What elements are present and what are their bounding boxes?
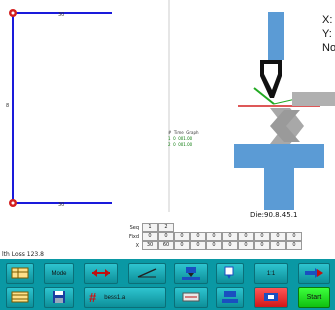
upper-beam <box>268 12 284 60</box>
x-cell[interactable]: 0 <box>174 241 190 250</box>
fixed-cell[interactable]: 0 <box>222 232 238 241</box>
fixed-cell[interactable]: 0 <box>270 232 286 241</box>
die-label: Die:90.8.45.1 <box>250 211 298 219</box>
hash-icon: # <box>89 290 97 305</box>
tool-view-panel: X: Y: No Die:90.8.45.1 <box>170 0 335 222</box>
bend-sequence-grid: Seq 1 2 Fixd 0 0 0 0 0 0 0 0 0 0 X 30 60… <box>112 223 302 250</box>
scale-button[interactable]: 1:1 <box>254 263 288 284</box>
sort-button[interactable] <box>128 263 166 284</box>
machine-button[interactable] <box>216 287 244 308</box>
lower-table <box>234 144 324 168</box>
list-view-button[interactable] <box>6 287 34 308</box>
seq-row: Seq 1 2 <box>112 223 302 232</box>
x-row: X 30 60 0 0 0 0 0 0 0 0 <box>112 241 302 250</box>
x-cell[interactable]: 0 <box>222 241 238 250</box>
seq-cell[interactable]: 1 <box>142 223 158 232</box>
fixed-cell[interactable]: 0 <box>142 232 158 241</box>
save-button[interactable] <box>44 287 74 308</box>
fixed-row: Fixd 0 0 0 0 0 0 0 0 0 0 <box>112 232 302 241</box>
seq-label: Seq <box>129 224 139 231</box>
table-icon <box>11 267 29 281</box>
top-dimension-label: 30 <box>58 12 65 18</box>
fixed-cell[interactable]: 0 <box>206 232 222 241</box>
part-list-button[interactable] <box>6 263 34 284</box>
fixed-label: Fixd <box>128 233 139 240</box>
swap-button[interactable] <box>298 263 330 284</box>
scale-label: 1:1 <box>266 270 276 277</box>
lower-table-stem <box>264 168 294 210</box>
bottom-dimension-label: 30 <box>58 202 65 208</box>
grid-icon <box>11 291 29 305</box>
backgauge <box>292 92 335 106</box>
part-drawing <box>9 0 170 212</box>
calculator-icon <box>182 291 200 305</box>
mode-button[interactable]: Mode <box>44 263 74 284</box>
fixed-cell[interactable]: 0 <box>158 232 174 241</box>
x-coordinate: X: <box>322 14 333 26</box>
fixed-cell[interactable]: 0 <box>174 232 190 241</box>
part-drawing-panel[interactable]: 30 8 30 <box>0 0 170 212</box>
x-cell[interactable]: 0 <box>206 241 222 250</box>
floppy-icon <box>52 290 66 306</box>
length-loss-text: lth Loss 123.8 <box>2 251 44 258</box>
x-cell[interactable]: 0 <box>238 241 254 250</box>
x-cell[interactable]: 0 <box>190 241 206 250</box>
info-table-row: 2 0 001.00 <box>168 142 193 147</box>
stop-icon <box>262 291 280 305</box>
x-cell[interactable]: 60 <box>158 241 174 250</box>
calculate-button[interactable] <box>174 287 208 308</box>
program-name-field[interactable]: # bess1.a <box>84 287 166 308</box>
fixed-cell[interactable]: 0 <box>286 232 302 241</box>
x-cell[interactable]: 0 <box>270 241 286 250</box>
bend-type-button[interactable] <box>84 263 118 284</box>
program-name: bess1.a <box>104 294 126 301</box>
bottom-toolbar: Mode 1:1 # bess1.a Start <box>0 259 335 310</box>
x-label: X <box>135 242 139 249</box>
swap-arrows-icon <box>303 267 325 281</box>
start-button[interactable]: Start <box>298 287 330 308</box>
punch-icon <box>221 266 239 282</box>
bend-marker-2-center <box>11 201 15 205</box>
n-coordinate: No <box>322 42 335 54</box>
fixed-cell[interactable]: 0 <box>238 232 254 241</box>
fixed-cell[interactable]: 0 <box>254 232 270 241</box>
seq-cell[interactable]: 2 <box>158 223 174 232</box>
stop-button[interactable] <box>254 287 288 308</box>
bend-marker-1-center <box>11 11 15 15</box>
bend-info-table: # Time Graph 1 0 001.00 2 0 001.00 <box>168 130 199 148</box>
left-dimension-label: 8 <box>6 103 10 109</box>
punch-select-button[interactable] <box>216 263 244 284</box>
x-cell[interactable]: 30 <box>142 241 158 250</box>
y-coordinate: Y: <box>322 28 332 40</box>
x-cell[interactable]: 0 <box>254 241 270 250</box>
mode-button-label: Mode <box>51 270 67 277</box>
fixed-cell[interactable]: 0 <box>190 232 206 241</box>
tool-drawing <box>234 12 335 210</box>
tool-setup-button[interactable] <box>174 263 208 284</box>
start-button-label: Start <box>306 294 322 301</box>
bend-arrow-icon <box>90 267 112 281</box>
sort-icon <box>136 267 158 281</box>
machine-icon <box>221 290 239 306</box>
press-icon <box>180 266 202 282</box>
x-cell[interactable]: 0 <box>286 241 302 250</box>
